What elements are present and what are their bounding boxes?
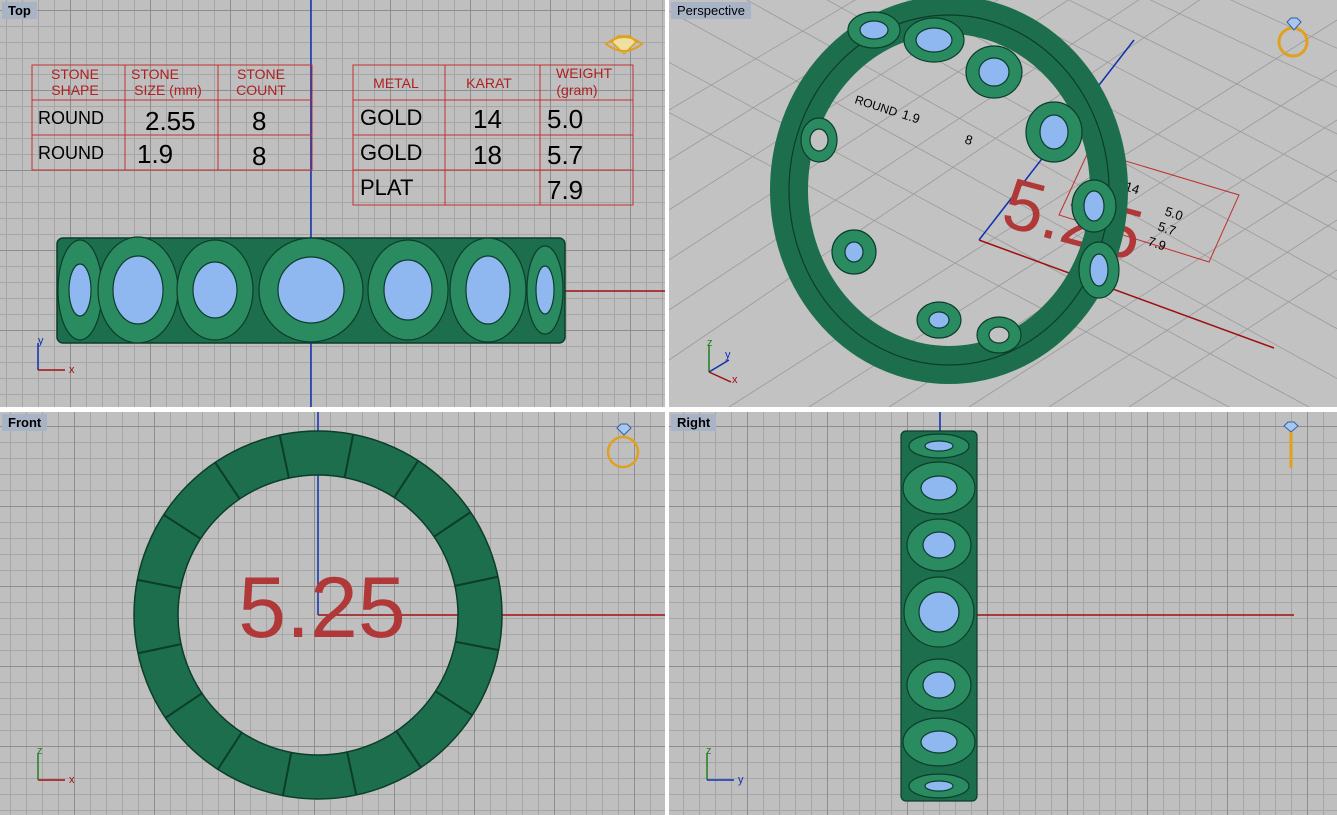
viewport-divider-horizontal[interactable] bbox=[0, 407, 1337, 412]
metal-row2-metal: GOLD bbox=[360, 140, 422, 165]
metal-header: METAL bbox=[373, 75, 419, 91]
metal-row2-weight: 5.7 bbox=[547, 140, 583, 170]
stone-size-header-2: SIZE (mm) bbox=[134, 82, 202, 98]
diamond-icon[interactable] bbox=[604, 35, 644, 56]
metal-row3-metal: PLAT bbox=[360, 175, 413, 200]
stone-shape-header-1: STONE bbox=[51, 66, 99, 82]
axis-label-z: z bbox=[707, 337, 713, 349]
axis-label-x: x bbox=[69, 774, 75, 786]
viewport-top[interactable]: STONE SHAPE STONE SIZE (mm) STONE COUNT … bbox=[0, 0, 665, 407]
axis-label-y: y bbox=[738, 774, 744, 786]
persp-count-8: 8 bbox=[963, 132, 975, 149]
stone-count-header-2: COUNT bbox=[236, 82, 286, 98]
stone-row2-size: 1.9 bbox=[137, 139, 173, 169]
right-view-canvas: z y bbox=[706, 412, 1299, 802]
viewport-right[interactable]: z y Right bbox=[669, 412, 1337, 815]
persp-weight-79: 7.9 bbox=[1146, 234, 1168, 254]
stone-size-header-1: STONE bbox=[131, 66, 179, 82]
ring-icon[interactable] bbox=[606, 423, 640, 469]
stone-row1-size: 2.55 bbox=[145, 106, 196, 136]
axis-label-z: z bbox=[706, 745, 712, 757]
axis-label-x: x bbox=[69, 364, 75, 376]
stone-row2-count: 8 bbox=[252, 141, 266, 171]
weight-header-1: WEIGHT bbox=[556, 65, 612, 81]
metal-row1-weight: 5.0 bbox=[547, 104, 583, 134]
stone-row1-count: 8 bbox=[252, 106, 266, 136]
ring-band-right bbox=[900, 430, 978, 802]
persp-size-19: 1.9 bbox=[900, 107, 922, 127]
stone-row1-shape: ROUND bbox=[38, 108, 104, 128]
viewport-title-top[interactable]: Top bbox=[2, 2, 37, 19]
ring-size-label-front: 5.25 bbox=[238, 560, 405, 656]
perspective-canvas: 5.25 14 5.0 5.7 7.9 ROUND 1.9 8 z y x bbox=[669, 0, 1337, 407]
axis-gizmo-xz bbox=[37, 753, 65, 781]
top-view-canvas: STONE SHAPE STONE SIZE (mm) STONE COUNT … bbox=[31, 0, 665, 407]
axis-label-x: x bbox=[732, 374, 738, 386]
axis-label-y: y bbox=[725, 349, 731, 361]
viewport-title-front[interactable]: Front bbox=[2, 414, 48, 431]
persp-stone-round: ROUND bbox=[853, 93, 899, 120]
metal-row3-weight: 7.9 bbox=[547, 175, 583, 205]
viewport-perspective[interactable]: 5.25 14 5.0 5.7 7.9 ROUND 1.9 8 z y x Pe… bbox=[669, 0, 1337, 407]
axis-label-z: z bbox=[37, 745, 43, 757]
viewport-front[interactable]: 5.25 z x Front bbox=[0, 412, 665, 815]
weight-header-2: (gram) bbox=[556, 82, 597, 98]
metal-row2-karat: 18 bbox=[473, 140, 502, 170]
axis-gizmo-yz bbox=[706, 753, 734, 781]
front-view-canvas: 5.25 z x bbox=[37, 412, 665, 800]
ring-side-icon[interactable] bbox=[1283, 421, 1299, 468]
axis-gizmo-xy bbox=[37, 343, 65, 371]
stone-count-header-1: STONE bbox=[237, 66, 285, 82]
stone-shape-header-2: SHAPE bbox=[51, 82, 98, 98]
axis-label-y: y bbox=[38, 335, 44, 347]
stone-row2-shape: ROUND bbox=[38, 143, 104, 163]
viewport-title-perspective[interactable]: Perspective bbox=[671, 2, 751, 19]
viewport-title-right[interactable]: Right bbox=[671, 414, 717, 431]
ring-band-top bbox=[56, 236, 566, 344]
metal-row1-karat: 14 bbox=[473, 104, 502, 134]
metal-row1-metal: GOLD bbox=[360, 105, 422, 130]
karat-header: KARAT bbox=[466, 75, 512, 91]
